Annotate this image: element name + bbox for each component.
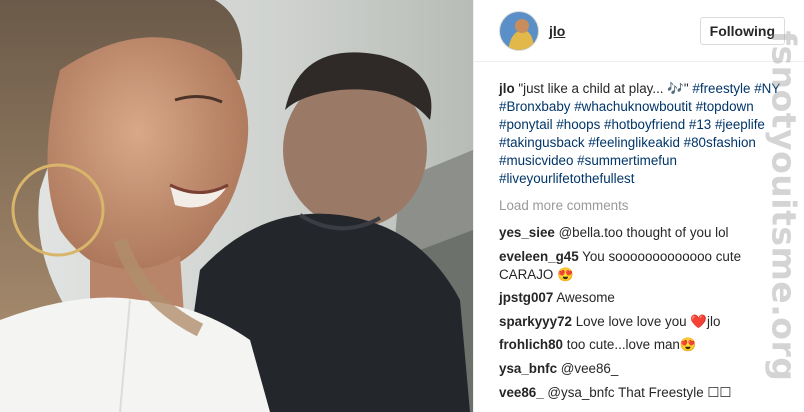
hashtag[interactable]: #freestyle bbox=[692, 81, 750, 96]
post-caption: jlo "just like a child at play... 🎶" #fr… bbox=[499, 80, 784, 188]
hashtag[interactable]: #Bronxbaby bbox=[499, 99, 570, 114]
comment-text: @bella.too thought of you lol bbox=[558, 225, 729, 240]
comment-text: Awesome bbox=[556, 290, 615, 306]
comment-username[interactable]: sparkyyy72 bbox=[499, 314, 572, 329]
instagram-post: jlo Following jlo "just like a child at … bbox=[0, 0, 804, 412]
comments-section: jlo "just like a child at play... 🎶" #fr… bbox=[474, 80, 784, 407]
photo-illustration bbox=[0, 0, 473, 412]
hashtag[interactable]: #jeeplife bbox=[715, 117, 765, 132]
comment-username[interactable]: ysa_bnfc bbox=[499, 361, 557, 376]
comment-text: too cute...love man😍 bbox=[566, 337, 697, 353]
comment: frohlich80 too cute...love man😍 bbox=[499, 336, 784, 354]
hashtag[interactable]: #hoops bbox=[556, 117, 600, 132]
hashtag[interactable]: #hotboyfriend bbox=[604, 117, 685, 132]
caption-text: "just like a child at play... 🎶" bbox=[518, 81, 689, 96]
comment-username[interactable]: jpstg007 bbox=[499, 290, 553, 305]
hashtag[interactable]: #liveyourlifetothefullest bbox=[499, 171, 634, 186]
hashtag[interactable]: #takingusback bbox=[499, 135, 585, 150]
comment: ysa_bnfc @vee86_ bbox=[499, 360, 784, 378]
caption-username[interactable]: jlo bbox=[499, 81, 515, 96]
comment-text: Love love love you ❤️jlo bbox=[575, 313, 721, 329]
comment-text: @vee86_ bbox=[560, 360, 619, 376]
comment-username[interactable]: eveleen_g45 bbox=[499, 249, 579, 264]
comment: vee86_ @ysa_bnfc That Freestyle ☐☐ bbox=[499, 384, 784, 402]
header-username[interactable]: jlo bbox=[549, 23, 565, 39]
post-sidebar: jlo Following jlo "just like a child at … bbox=[473, 0, 804, 412]
comment-text: @ysa_bnfc That Freestyle ☐☐ bbox=[547, 384, 732, 400]
comment-username[interactable]: vee86_ bbox=[499, 385, 544, 400]
hashtag[interactable]: #13 bbox=[689, 117, 711, 132]
post-header: jlo Following bbox=[474, 0, 804, 62]
hashtag[interactable]: #topdown bbox=[696, 99, 754, 114]
hashtag[interactable]: #musicvideo bbox=[499, 153, 573, 168]
comment-username[interactable]: yes_siee bbox=[499, 225, 555, 240]
hashtag[interactable]: #80sfashion bbox=[684, 135, 756, 150]
load-more-comments[interactable]: Load more comments bbox=[499, 197, 784, 215]
comment-username[interactable]: frohlich80 bbox=[499, 337, 563, 352]
profile-avatar[interactable] bbox=[499, 10, 539, 51]
comment: jpstg007 Awesome bbox=[499, 289, 784, 307]
hashtag[interactable]: #NY bbox=[754, 81, 780, 96]
hashtag[interactable]: #whachuknowboutit bbox=[574, 99, 692, 114]
following-button[interactable]: Following bbox=[699, 17, 785, 45]
hashtag[interactable]: #feelinglikeakid bbox=[588, 135, 680, 150]
post-photo[interactable] bbox=[0, 0, 473, 412]
hashtag[interactable]: #ponytail bbox=[499, 117, 553, 132]
comment: yes_siee @bella.too thought of you lol bbox=[499, 224, 784, 242]
hashtag[interactable]: #summertimefun bbox=[577, 153, 677, 168]
comment: sparkyyy72 Love love love you ❤️jlo bbox=[499, 313, 784, 331]
comment: eveleen_g45 You sooooooooooooo cute CARA… bbox=[499, 248, 789, 284]
avatar-image bbox=[500, 11, 538, 50]
